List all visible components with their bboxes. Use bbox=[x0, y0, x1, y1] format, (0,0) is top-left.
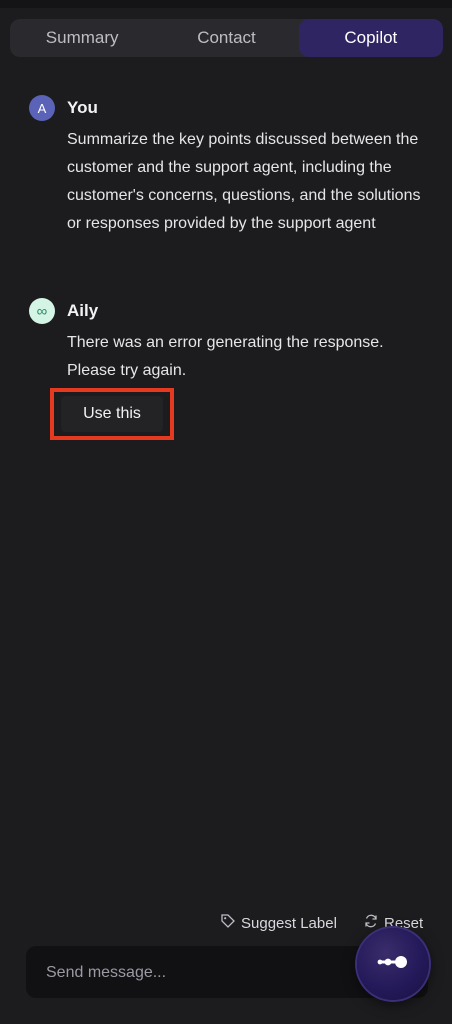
suggest-label-button[interactable]: Suggest Label bbox=[221, 914, 337, 932]
message-text: There was an error generating the respon… bbox=[67, 334, 384, 379]
refresh-icon bbox=[364, 914, 378, 932]
infinity-icon: ∞ bbox=[36, 302, 48, 320]
assistant-message: ∞ Aily There was an error generating the… bbox=[29, 297, 427, 385]
tab-contact[interactable]: Contact bbox=[154, 19, 298, 57]
aily-logo-icon bbox=[376, 955, 410, 974]
message-input[interactable] bbox=[44, 946, 348, 1000]
use-this-button[interactable]: Use this bbox=[61, 396, 163, 432]
tab-bar: Summary Contact Copilot bbox=[10, 19, 443, 57]
status-bar bbox=[0, 0, 452, 8]
tag-icon bbox=[221, 914, 235, 932]
user-avatar: A bbox=[29, 95, 55, 121]
suggest-label-text: Suggest Label bbox=[241, 914, 337, 932]
aily-launcher-button[interactable] bbox=[357, 928, 429, 1000]
user-message: A You Summarize the key points discussed… bbox=[29, 94, 427, 238]
tab-copilot[interactable]: Copilot bbox=[298, 19, 443, 57]
message-author: Aily bbox=[67, 301, 99, 320]
aily-avatar: ∞ bbox=[29, 298, 55, 324]
message-author: You bbox=[67, 98, 98, 117]
message-text: Summarize the key points discussed betwe… bbox=[67, 131, 421, 232]
tab-summary[interactable]: Summary bbox=[10, 19, 154, 57]
